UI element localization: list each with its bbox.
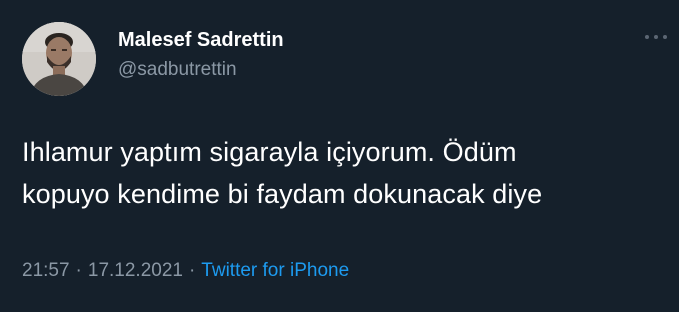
author-display-name[interactable]: Malesef Sadrettin [118, 29, 284, 52]
tweet-text-line: Ihlamur yaptım sigarayla içiyorum. Ödüm [22, 137, 517, 167]
tweet-time[interactable]: 21:57 [22, 260, 70, 281]
avatar[interactable] [22, 22, 96, 96]
tweet-text: Ihlamur yaptım sigarayla içiyorum. Ödüm … [22, 131, 672, 215]
tweet-date[interactable]: 17.12.2021 [88, 260, 183, 281]
dot-icon [645, 35, 649, 39]
dot-icon [663, 35, 667, 39]
more-horizontal-icon[interactable] [645, 32, 667, 42]
tweet-meta: 21:57 · 17.12.2021 · Twitter for iPhone [22, 260, 349, 282]
tweet-card: Malesef Sadrettin @sadbutrettin Ihlamur … [0, 0, 679, 312]
tweet-source-link[interactable]: Twitter for iPhone [201, 260, 349, 281]
meta-separator: · [188, 260, 196, 281]
avatar-photo [22, 22, 96, 96]
tweet-text-line: kopuyo kendime bi faydam dokunacak diye [22, 179, 543, 209]
meta-separator: · [75, 260, 82, 281]
author-handle[interactable]: @sadbutrettin [118, 59, 237, 81]
dot-icon [654, 35, 658, 39]
